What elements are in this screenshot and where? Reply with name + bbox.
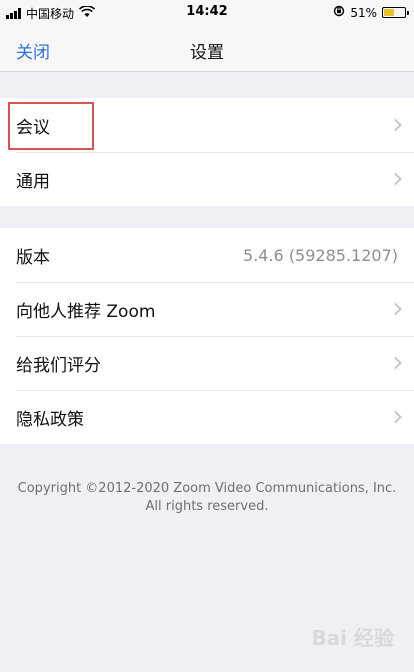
rights-line: All rights reserved. [145,499,269,514]
watermark: Bai 经验 [311,626,394,650]
settings-item-privacy[interactable]: 隐私政策 [0,390,414,444]
battery-icon [382,7,409,18]
settings-item-label: 通用 [16,171,50,192]
settings-item-recommend[interactable]: 向他人推荐 Zoom [0,282,414,336]
status-right: 51% [333,5,409,20]
page-title: 设置 [190,43,224,63]
battery-percent: 51% [350,5,377,20]
settings-group-about: 版本 5.4.6 (59285.1207) 向他人推荐 Zoom 给我们评分 隐… [0,228,414,444]
status-bar: 中国移动 14:42 51% [0,0,414,26]
settings-group-main: 会议 通用 [0,98,414,206]
battery-fill [384,9,395,16]
settings-item-meeting[interactable]: 会议 [0,98,414,152]
settings-item-label: 版本 [16,247,50,268]
settings-item-label: 向他人推荐 Zoom [16,301,156,322]
settings-item-label: 给我们评分 [16,355,101,376]
settings-item-general[interactable]: 通用 [0,152,414,206]
orientation-lock-icon [333,5,345,20]
settings-item-label: 隐私政策 [16,409,84,430]
copyright-footer: Copyright ©2012-2020 Zoom Video Communic… [0,480,414,516]
copyright-line: Copyright ©2012-2020 Zoom Video Communic… [17,481,397,496]
settings-item-version: 版本 5.4.6 (59285.1207) [0,228,414,282]
settings-item-label: 会议 [16,117,50,138]
version-value: 5.4.6 (59285.1207) [243,245,398,265]
nav-bar: 关闭 设置 [0,26,414,72]
settings-item-rate[interactable]: 给我们评分 [0,336,414,390]
